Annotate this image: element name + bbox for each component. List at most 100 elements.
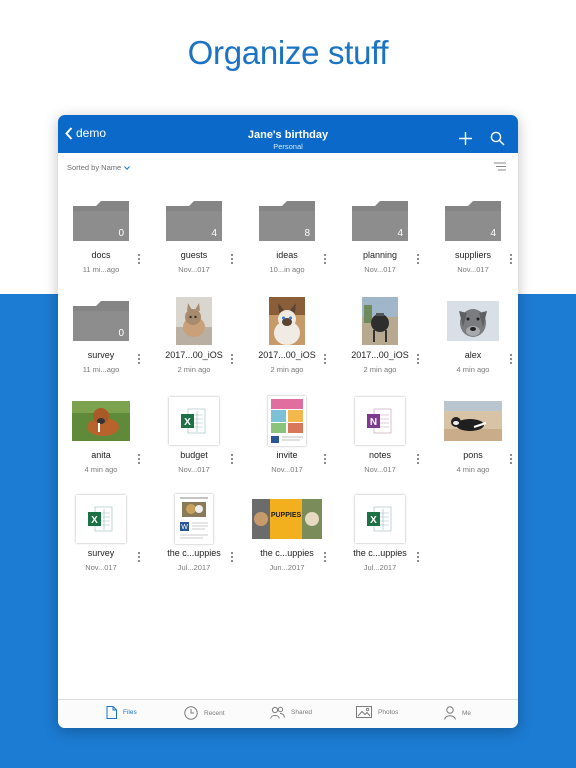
more-options-icon[interactable]: [323, 552, 327, 563]
grid-item[interactable]: 2017...00_iOS 2 min ago: [246, 295, 328, 390]
tab-label: Recent: [204, 709, 225, 717]
item-date: 2 min ago: [177, 365, 211, 374]
item-thumbnail: 0: [60, 295, 142, 347]
item-date: 11 mi...ago: [82, 265, 120, 274]
more-options-icon[interactable]: [230, 552, 234, 563]
more-options-icon[interactable]: [416, 552, 420, 563]
photo-icon: [356, 706, 378, 718]
gray-dog-photo: [447, 301, 499, 341]
grid-item[interactable]: 4 guests Nov...017: [153, 195, 235, 290]
item-name: invite: [276, 450, 298, 460]
grid-item[interactable]: 0 survey 11 mi...ago: [60, 295, 142, 390]
add-icon[interactable]: [458, 131, 473, 146]
tab-files[interactable]: Files: [106, 706, 137, 719]
item-thumbnail: X: [60, 493, 142, 545]
grid-item[interactable]: Xsurvey Nov...017: [60, 493, 142, 588]
grid-item[interactable]: alex 4 min ago: [432, 295, 514, 390]
nav-subtitle: Personal: [273, 142, 303, 151]
grill-photo: [362, 297, 398, 345]
item-name: survey: [87, 548, 115, 558]
more-options-icon[interactable]: [509, 354, 513, 365]
grid-item[interactable]: PUPPIES the c...uppies Jun...2017: [246, 493, 328, 588]
item-name: 2017...00_iOS: [351, 350, 409, 360]
more-options-icon[interactable]: [137, 454, 141, 465]
item-name: ideas: [276, 250, 298, 260]
item-name: planning: [362, 250, 398, 260]
grid-item[interactable]: 2017...00_iOS 2 min ago: [339, 295, 421, 390]
list-view-icon[interactable]: [494, 162, 506, 171]
svg-text:X: X: [184, 417, 191, 428]
item-thumbnail: [153, 295, 235, 347]
grid-item[interactable]: 8 ideas 10...in ago: [246, 195, 328, 290]
item-name: the c...uppies: [167, 548, 221, 558]
excel-file-icon: X: [169, 397, 219, 445]
more-options-icon[interactable]: [137, 254, 141, 265]
chevron-down-icon: [124, 165, 131, 170]
siamese-cat-photo: [269, 297, 305, 345]
item-date: 2 min ago: [270, 365, 304, 374]
svg-text:4: 4: [490, 228, 496, 239]
more-options-icon[interactable]: [230, 454, 234, 465]
grid-item[interactable]: Wthe c...uppies Jul...2017: [153, 493, 235, 588]
word-document-thumbnail: W: [175, 494, 213, 544]
search-icon[interactable]: [490, 131, 505, 146]
tab-bar: Files Recent Shared Photos Me: [58, 699, 518, 728]
grid-item[interactable]: 4 suppliers Nov...017: [432, 195, 514, 290]
folder-icon: 0: [73, 201, 129, 241]
svg-text:4: 4: [397, 228, 403, 239]
tab-shared[interactable]: Shared: [270, 706, 312, 719]
tab-recent[interactable]: Recent: [184, 706, 225, 720]
sort-dropdown[interactable]: Sorted by Name: [67, 163, 131, 172]
more-options-icon[interactable]: [230, 354, 234, 365]
folder-icon: 4: [352, 201, 408, 241]
item-thumbnail: [246, 295, 328, 347]
more-options-icon[interactable]: [509, 254, 513, 265]
item-name: suppliers: [454, 250, 492, 260]
grid-item[interactable]: Nnotes Nov...017: [339, 395, 421, 490]
item-date: 10...in ago: [269, 265, 305, 274]
grid-item[interactable]: invite Nov...017: [246, 395, 328, 490]
grid-item[interactable]: 0 docs 11 mi...ago: [60, 195, 142, 290]
more-options-icon[interactable]: [323, 254, 327, 265]
item-date: 4 min ago: [456, 465, 490, 474]
more-options-icon[interactable]: [137, 354, 141, 365]
item-thumbnail: 4: [432, 195, 514, 247]
more-options-icon[interactable]: [416, 254, 420, 265]
item-name: budget: [180, 450, 208, 460]
item-name: notes: [368, 450, 392, 460]
more-options-icon[interactable]: [323, 454, 327, 465]
navigation-bar: demo Jane's birthday Personal: [58, 115, 518, 153]
item-name: pons: [463, 450, 483, 460]
item-name: the c...uppies: [260, 548, 314, 558]
more-options-icon[interactable]: [323, 354, 327, 365]
banner-text: PUPPIES: [270, 512, 302, 519]
grid-item[interactable]: Xthe c...uppies Jul...2017: [339, 493, 421, 588]
item-name: the c...uppies: [353, 548, 407, 558]
tab-photos[interactable]: Photos: [356, 706, 398, 718]
more-options-icon[interactable]: [416, 354, 420, 365]
beach-dog-photo: [444, 401, 502, 441]
excel-file-icon: X: [355, 495, 405, 543]
grid-item[interactable]: Xbudget Nov...017: [153, 395, 235, 490]
grid-item[interactable]: 2017...00_iOS 2 min ago: [153, 295, 235, 390]
grid-item[interactable]: anita 4 min ago: [60, 395, 142, 490]
item-date: 11 mi...ago: [82, 365, 120, 374]
more-options-icon[interactable]: [230, 254, 234, 265]
item-date: Nov...017: [178, 465, 210, 474]
grid-item[interactable]: 4 planning Nov...017: [339, 195, 421, 290]
item-date: 2 min ago: [363, 365, 397, 374]
item-name: survey: [87, 350, 115, 360]
more-options-icon[interactable]: [137, 552, 141, 563]
more-options-icon[interactable]: [509, 454, 513, 465]
item-date: Jul...2017: [177, 563, 211, 572]
item-date: Nov...017: [364, 465, 396, 474]
tab-me[interactable]: Me: [444, 706, 471, 720]
more-options-icon[interactable]: [416, 454, 420, 465]
item-date: 4 min ago: [84, 465, 118, 474]
item-date: Nov...017: [457, 265, 489, 274]
cat-photo: [176, 297, 212, 345]
svg-text:0: 0: [118, 228, 124, 239]
item-date: Jul...2017: [363, 563, 397, 572]
grid-item[interactable]: pons 4 min ago: [432, 395, 514, 490]
clock-icon: [184, 706, 204, 720]
